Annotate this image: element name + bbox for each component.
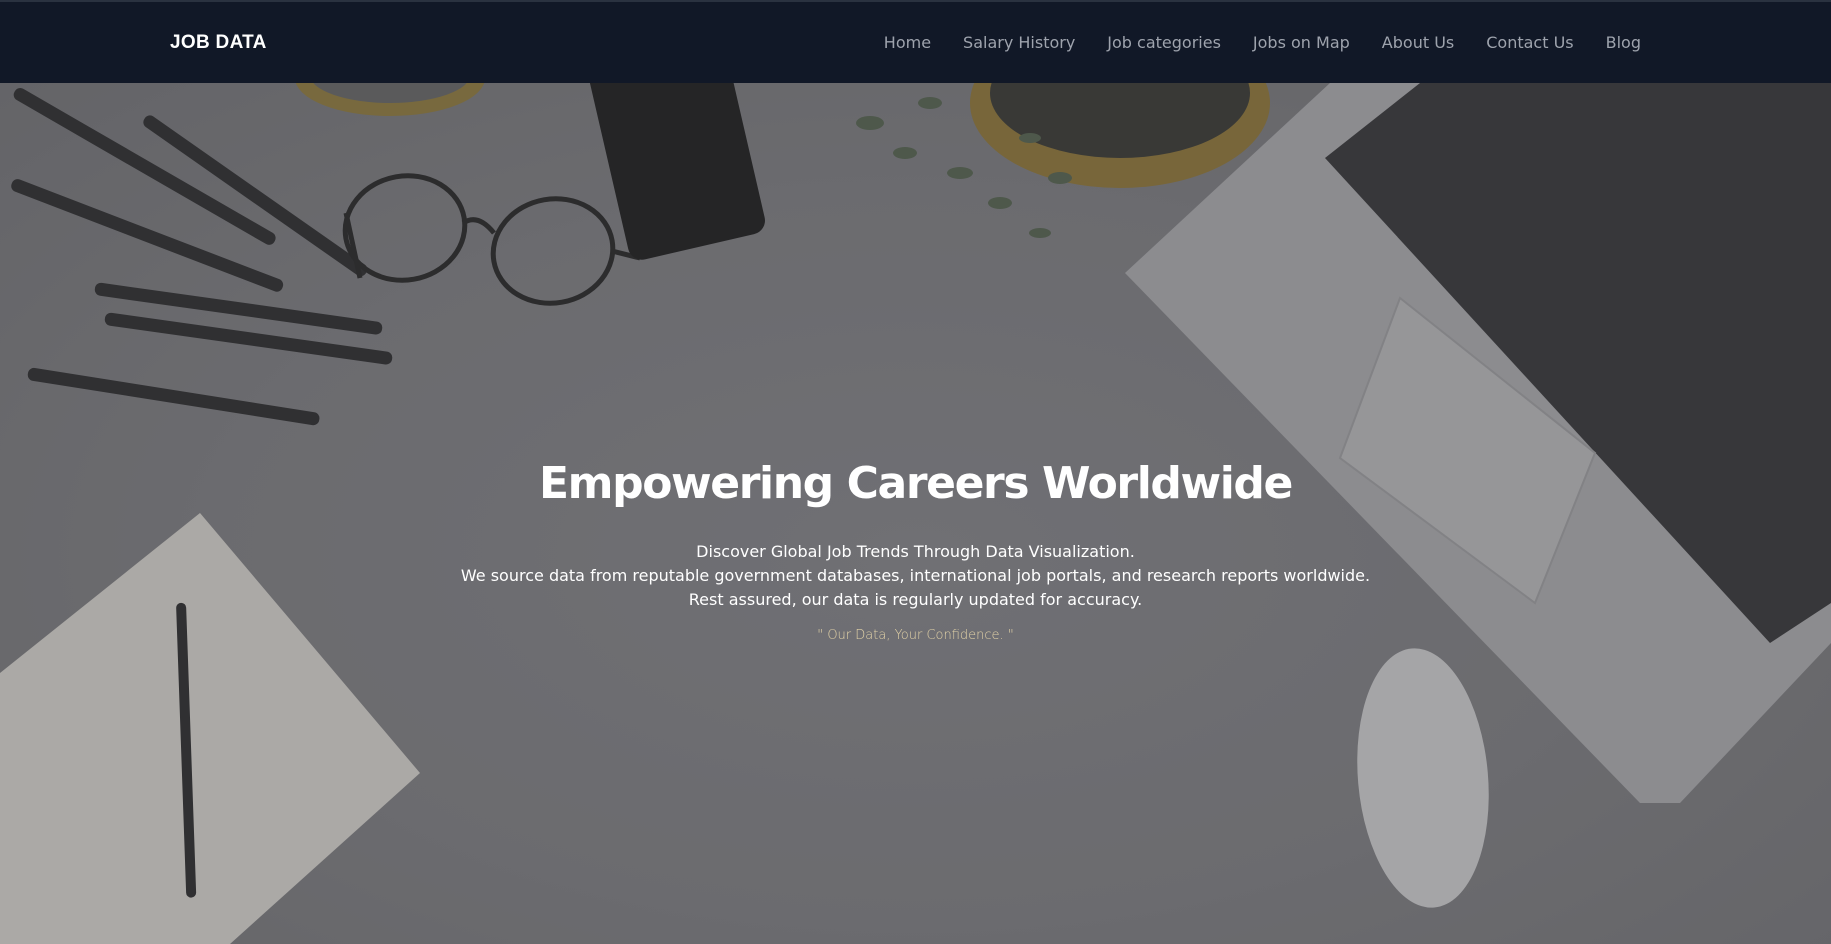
hero-background-image: [0, 83, 1831, 944]
brand-logo[interactable]: JOB DATA: [170, 32, 267, 54]
hero-line-3: Rest assured, our data is regularly upda…: [688, 590, 1143, 609]
hero-tagline: " Our Data, Your Confidence. ": [817, 628, 1014, 643]
nav-links: Home Salary History Job categories Jobs …: [884, 33, 1641, 52]
hero-section: Empowering Careers Worldwide Discover Gl…: [0, 83, 1831, 944]
top-navbar: JOB DATA Home Salary History Job categor…: [0, 0, 1831, 83]
nav-link-blog[interactable]: Blog: [1606, 33, 1641, 52]
nav-link-about-us[interactable]: About Us: [1382, 33, 1454, 52]
nav-link-contact-us[interactable]: Contact Us: [1486, 33, 1573, 52]
hero-headline: Empowering Careers Worldwide: [539, 458, 1293, 509]
hero-description: Discover Global Job Trends Through Data …: [0, 540, 1831, 612]
nav-link-home[interactable]: Home: [884, 33, 931, 52]
hero-line-1: Discover Global Job Trends Through Data …: [696, 542, 1135, 561]
nav-link-job-categories[interactable]: Job categories: [1107, 33, 1221, 52]
nav-link-jobs-on-map[interactable]: Jobs on Map: [1253, 33, 1350, 52]
nav-link-salary-history[interactable]: Salary History: [963, 33, 1075, 52]
hero-line-2: We source data from reputable government…: [460, 566, 1371, 585]
